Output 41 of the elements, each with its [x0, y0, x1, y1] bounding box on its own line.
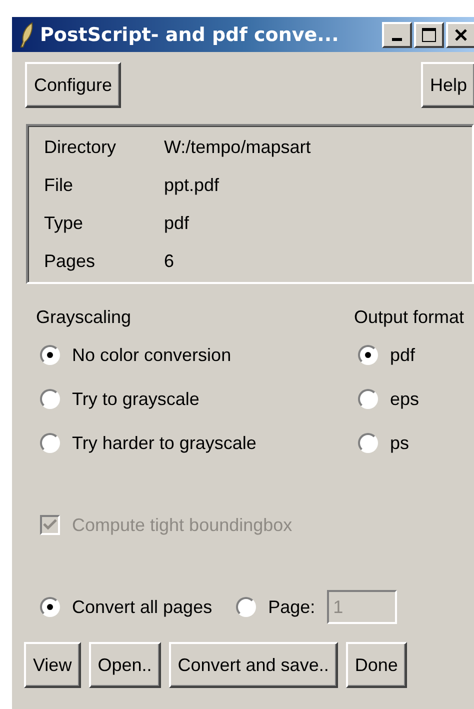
radio-option[interactable]: pdf [358, 342, 464, 368]
radio-button[interactable] [358, 345, 378, 365]
toolbar-button[interactable]: Configure [25, 62, 122, 108]
action-button[interactable]: Open.. [88, 642, 161, 688]
info-value: 6 [164, 250, 176, 273]
radio-button[interactable] [358, 433, 378, 453]
feather-icon [20, 22, 34, 48]
radio-button[interactable] [40, 433, 60, 453]
close-button[interactable] [446, 22, 474, 48]
info-label: Directory [44, 136, 118, 159]
info-label: Pages [44, 250, 96, 273]
window-title: PostScript- and pdf conve... [40, 24, 340, 46]
radio-button[interactable] [236, 597, 256, 617]
radio-button[interactable] [40, 345, 60, 365]
group-heading: Grayscaling [36, 306, 132, 329]
radio-option[interactable]: ps [358, 430, 464, 456]
info-label: Type [44, 212, 84, 235]
radio-option[interactable]: Try harder to grayscale [40, 430, 256, 456]
action-button[interactable]: Done [346, 642, 407, 688]
minimize-button[interactable] [382, 22, 412, 48]
toolbar-button[interactable]: Help [420, 62, 474, 108]
maximize-button[interactable] [414, 22, 444, 48]
minimize-icon [392, 38, 402, 41]
radio-option[interactable]: Page: [236, 594, 316, 620]
group-heading: Output format [354, 306, 464, 329]
info-value: W:/tempo/mapsart [164, 136, 312, 159]
action-button[interactable]: Convert and save.. [168, 642, 338, 688]
close-icon [454, 28, 468, 42]
checkbox-label: Compute tight boundingbox [72, 514, 292, 537]
info-value: pdf [164, 212, 190, 235]
radio-button[interactable] [40, 597, 60, 617]
radio-button[interactable] [40, 389, 60, 409]
info-value: ppt.pdf [164, 174, 220, 197]
action-button[interactable]: View [24, 642, 81, 688]
radio-button[interactable] [358, 389, 378, 409]
radio-option[interactable]: eps [358, 386, 464, 412]
maximize-icon [421, 26, 437, 42]
info-label: File [44, 174, 74, 197]
radio-option[interactable]: Try to grayscale [40, 386, 256, 412]
radio-option[interactable]: No color conversion [40, 342, 256, 368]
radio-option[interactable]: Convert all pages [40, 594, 212, 620]
